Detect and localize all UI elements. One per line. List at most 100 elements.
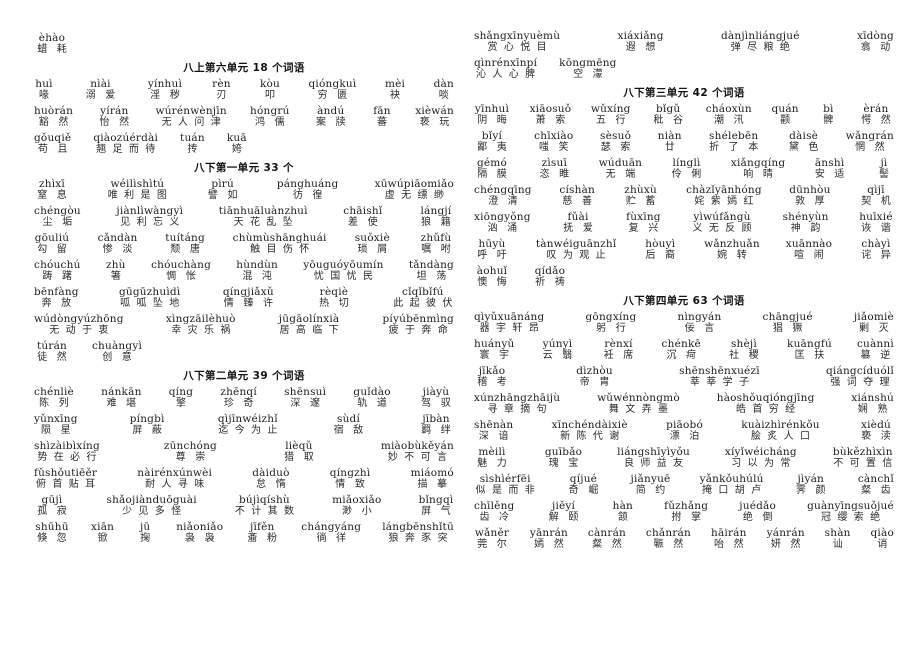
word-entry: zhēnqí 珍 奇 — [220, 386, 257, 410]
pinyin-text: xíyǐwéicháng — [724, 446, 797, 458]
hanzi-text: 忧 国 忧 民 — [313, 271, 375, 282]
pinyin-text: chóuchú — [34, 259, 81, 271]
word-entry: shēnshēnxuézī 莘 莘 学 子 — [679, 365, 760, 389]
word-row: huányǔ 寰 宇 yúnyì 云 翳 rènxí 衽 席 chénkē 沉 疴 shèjì 社… — [474, 338, 894, 362]
word-row: qìyǔxuānáng 器 宇 轩 昂 gōngxíng 躬 行 nìngyán 佞 言 c… — [474, 311, 894, 335]
word-row: shēnàn 深 谙 xīnchéndàixiè 新 陈 代 谢 piāobó 漂 泊 ku… — [474, 419, 894, 443]
pinyin-text: shēnsuì — [284, 386, 327, 398]
word-row: mèilì 魅 力 guībǎo 瑰 宝 liángshīyìyǒu 良 师 益 友 xíy… — [474, 446, 894, 470]
word-entry: piāobó 漂 泊 — [666, 419, 703, 443]
word-entry: dàisè 黛 色 — [786, 130, 822, 154]
pinyin-text: chīxiào — [534, 130, 574, 142]
word-entry: tuítáng 颓 唐 — [165, 232, 205, 256]
word-row: jīkǎo 稽 考 dìzhòu 帝 胄 shēnshēnxuézī 莘 莘 学 子 qiá… — [474, 365, 894, 389]
hanzi-text: 情 臻 许 — [223, 298, 277, 309]
pinyin-text: hóngrú — [250, 105, 290, 117]
pinyin-text: jīfěn — [250, 521, 275, 533]
pinyin-text: gōuliú — [34, 232, 70, 244]
word-entry: miáomó 描 摹 — [411, 467, 454, 491]
hanzi-text: 啖 — [438, 90, 454, 101]
hanzi-text: 佞 言 — [684, 323, 718, 334]
hanzi-text: 混 沌 — [242, 271, 276, 282]
pinyin-text: wéilìshìtú — [110, 178, 165, 190]
word-entry: wǎnzhuǎn 婉 转 — [704, 238, 760, 262]
word-entry: chāishǐ 差 使 — [343, 205, 382, 229]
pinyin-text: qíngjiǎxǔ — [222, 286, 274, 298]
hanzi-text: 瑟 索 — [600, 142, 634, 153]
pinyin-text: bújìqíshù — [239, 494, 290, 506]
hanzi-text: 热 切 — [319, 298, 352, 309]
pinyin-text: huòrán — [34, 105, 74, 117]
pinyin-text: cuànnì — [856, 338, 894, 350]
hanzi-text: 箸 — [110, 271, 126, 282]
hanzi-text: 倏 忽 — [37, 533, 70, 544]
word-entry: qìjī 契 机 — [858, 184, 894, 208]
hanzi-text: 窒 息 — [37, 190, 70, 201]
hanzi-text: 沁 人 心 脾 — [476, 69, 537, 80]
pinyin-text: jīkǎo — [478, 365, 506, 377]
word-entry: qióngkuì 穷 匮 — [308, 78, 356, 102]
word-entry: shélebēn 折 了 本 — [706, 130, 762, 154]
word-entry: xīnchéndàixiè 新 陈 代 谢 — [552, 419, 628, 443]
hanzi-text: 抟 — [187, 144, 203, 155]
hanzi-text: 天 花 乱 坠 — [233, 217, 295, 228]
word-entry: zhù 箸 — [106, 259, 126, 283]
pinyin-text: fǔzhǎng — [664, 500, 709, 512]
hanzi-text: 诮 — [877, 539, 893, 550]
hanzi-text: 无 动 于 衷 — [49, 325, 110, 336]
word-entry: xiōngyǒng 汹 涌 — [474, 211, 531, 235]
word-entry: hóngrú 鸿 儒 — [250, 105, 290, 129]
word-entry: shìzàibìxíng 势 在 必 行 — [34, 440, 100, 464]
word-entry: shǎojiànduōguài 少 见 多 怪 — [106, 494, 196, 518]
word-entry: chénliè 陈 列 — [34, 386, 74, 410]
word-entry: huīxié 诙 谐 — [858, 211, 894, 235]
pinyin-text: sùdí — [337, 413, 361, 425]
word-row: túrán 徒 然 chuàngyì 创 意 — [34, 340, 454, 364]
word-entry: guǐdào 轨 道 — [353, 386, 390, 410]
word-entry: wúrénwènjīn 无 人 问 津 — [156, 105, 227, 129]
word-entry: èrán 愕 然 — [858, 103, 894, 127]
hanzi-text: 翕 动 — [860, 42, 894, 53]
word-row: chéngqīng 澄 清 císhàn 慈 善 zhùxù 贮 蓄 chàzǐyānhón… — [474, 184, 894, 208]
hanzi-text: 愕 然 — [861, 115, 894, 126]
hanzi-text: 穷 匮 — [317, 90, 351, 101]
word-row: gōuliú 勾 留 cǎndàn 惨 淡 tuítáng 颓 唐 chùmùshānghu… — [34, 232, 454, 256]
pinyin-text: qìjī — [867, 184, 885, 196]
word-entry: qìnrénxīnpí 沁 人 心 脾 — [474, 57, 537, 81]
word-entry: jì 髻 — [874, 157, 894, 181]
hanzi-text: 不 计 其 数 — [234, 506, 296, 517]
pinyin-text: jū — [139, 521, 151, 533]
word-entry: juédǎo 绝 倒 — [739, 500, 776, 524]
word-entry: císhàn 慈 善 — [559, 184, 595, 208]
pinyin-text: chīlěng — [474, 500, 515, 512]
word-entry: jiěyí 解 颐 — [546, 500, 582, 524]
hanzi-text: 帝 胄 — [579, 377, 613, 388]
word-entry: kuāngfú 匡 扶 — [787, 338, 832, 362]
pinyin-text: pìrú — [211, 178, 234, 190]
pinyin-text: chángyáng — [301, 521, 362, 533]
word-entry: quán 颧 — [771, 103, 798, 127]
pinyin-text: niàn — [657, 130, 682, 142]
hanzi-text: 解 颐 — [548, 512, 582, 523]
pinyin-text: dìzhòu — [576, 365, 613, 377]
pinyin-text: hūyù — [478, 238, 506, 250]
word-entry: liángshīyìyǒu 良 师 益 友 — [617, 446, 690, 470]
word-row: shǎngxīnyuèmù 赏 心 悦 目 xiáxiǎng 遐 想 dànjìnliá… — [474, 30, 894, 54]
word-entry: hūyù 呼 吁 — [474, 238, 510, 262]
hanzi-text: 彷 徨 — [292, 190, 326, 201]
pinyin-text: yīnhuì — [474, 103, 510, 115]
word-entry: miǎoxiǎo 渺 小 — [332, 494, 381, 518]
word-entry: zìsuī 恣 睢 — [536, 157, 572, 181]
hanzi-text: 后 裔 — [645, 250, 679, 261]
hanzi-text: 汹 涌 — [487, 223, 521, 234]
pinyin-text: qiángcíduólǐ — [826, 365, 894, 377]
pinyin-text: cànrán — [587, 527, 627, 539]
word-entry: gōngxíng 躬 行 — [586, 311, 637, 335]
word-entry: qíng 擎 — [169, 386, 193, 410]
pinyin-text: yānrán — [529, 527, 569, 539]
hanzi-text: 五 行 — [595, 115, 629, 126]
pinyin-text: hāirán — [710, 527, 747, 539]
hanzi-text: 剿 灭 — [859, 323, 892, 334]
pinyin-text: tànwéiguānzhǐ — [535, 238, 617, 250]
word-row: àohuǐ 懊 悔 qídǎo 祈 祷 — [474, 265, 894, 289]
